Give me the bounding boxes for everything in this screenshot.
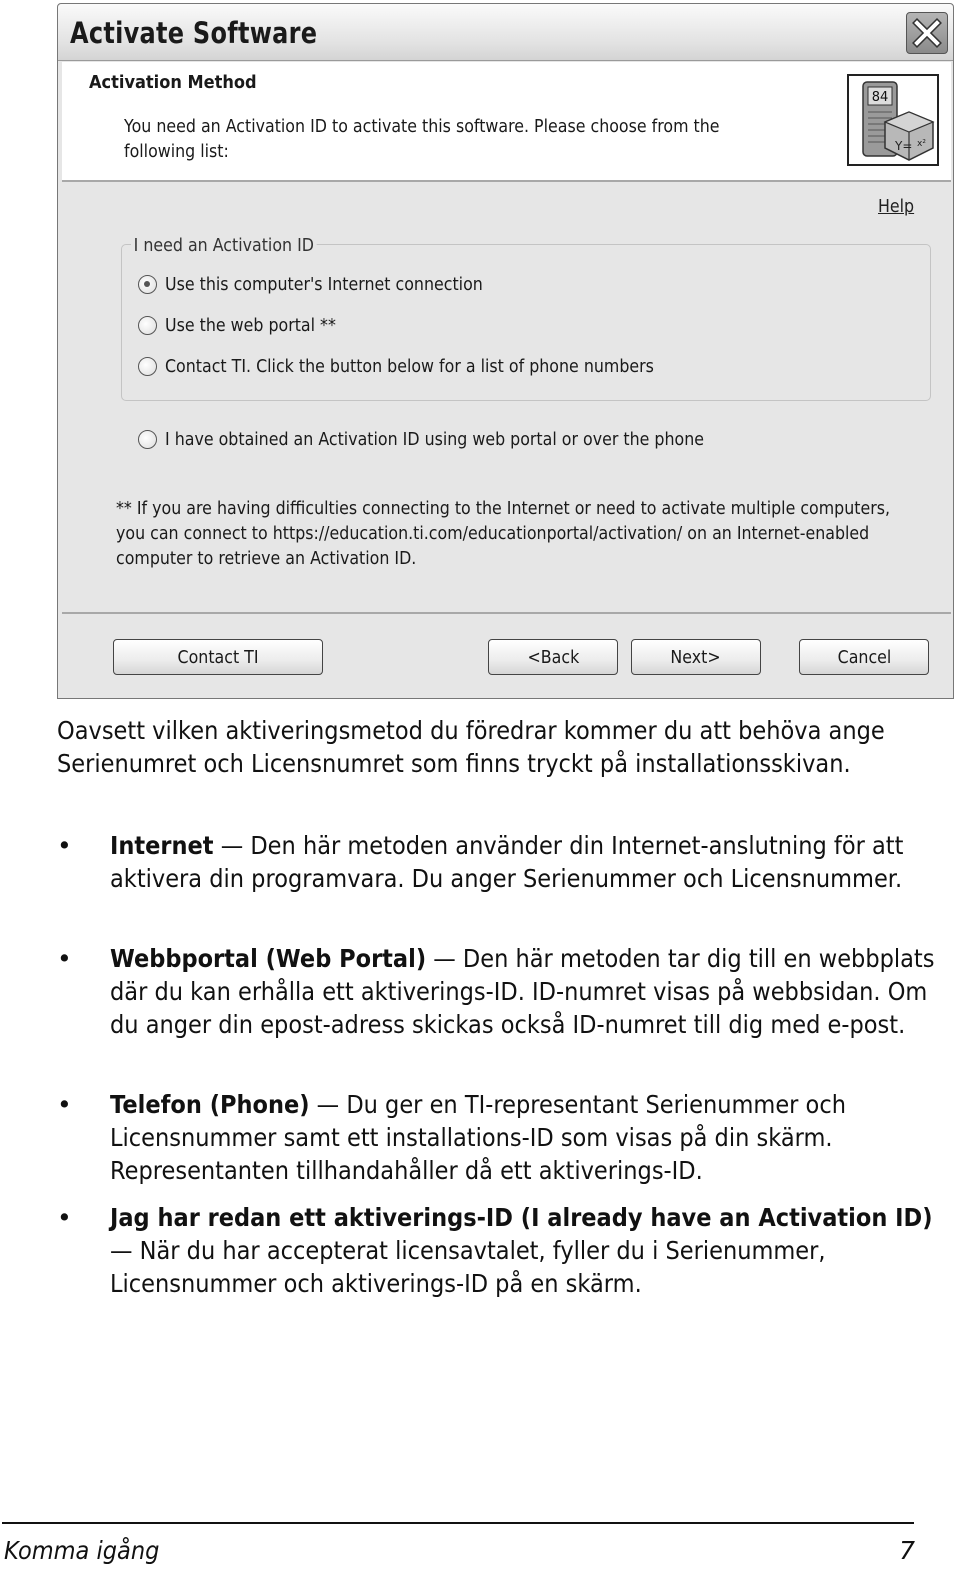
svg-text:x²: x² xyxy=(917,139,926,149)
radio-internet-connection[interactable]: Use this computer's Internet connection xyxy=(138,274,526,295)
page-number: 7 xyxy=(899,1536,915,1565)
em-dash: — xyxy=(110,1236,140,1265)
radio-label: Contact TI. Click the button below for a… xyxy=(165,356,654,377)
contact-ti-button[interactable]: Contact TI xyxy=(113,639,323,675)
radio-label: I have obtained an Activation ID using w… xyxy=(165,429,704,450)
dialog-title: Activate Software xyxy=(70,16,318,50)
bullet-icon: • xyxy=(57,1090,72,1119)
close-x-icon xyxy=(912,18,942,48)
intro-text: Oavsett vilken aktiveringsmetod du föred… xyxy=(57,716,885,778)
next-button[interactable]: Next> xyxy=(631,639,761,675)
bullet-term: Telefon (Phone) xyxy=(110,1090,310,1119)
em-dash: — xyxy=(309,1090,347,1119)
radio-button-checked[interactable] xyxy=(138,275,157,294)
radio-button[interactable] xyxy=(138,430,157,449)
cancel-button[interactable]: Cancel xyxy=(799,639,929,675)
svg-text:Y=: Y= xyxy=(894,139,912,153)
bullet-description: När du har accepterat licensavtalet, fyl… xyxy=(110,1236,826,1298)
activation-method-description: You need an Activation ID to activate th… xyxy=(124,116,720,162)
dialog-titlebar: Activate Software xyxy=(58,4,953,61)
ti84-calculator-cube-icon: 84 Y= x² xyxy=(847,74,939,166)
back-label: <Back xyxy=(527,646,579,668)
dialog-footer-divider xyxy=(62,612,951,614)
radio-label: Use the web portal ** xyxy=(165,315,336,336)
close-button[interactable] xyxy=(906,12,948,54)
em-dash: — xyxy=(213,831,251,860)
radio-label: Use this computer's Internet connection xyxy=(165,274,483,295)
bullet-icon: • xyxy=(57,1203,72,1232)
bullet-term: Internet xyxy=(110,831,214,860)
radio-button[interactable] xyxy=(138,316,157,335)
footnote-text: ** If you are having difficulties connec… xyxy=(116,498,891,569)
help-link[interactable]: Help xyxy=(878,196,914,217)
contact-ti-label: Contact TI xyxy=(177,646,259,668)
next-label: Next> xyxy=(670,646,722,668)
radio-contact-ti[interactable]: Contact TI. Click the button below for a… xyxy=(138,356,721,377)
section-title: Komma igång xyxy=(4,1536,160,1565)
calculator-screen-text: 84 xyxy=(872,90,889,105)
radio-obtained-activation-id[interactable]: I have obtained an Activation ID using w… xyxy=(138,429,777,450)
radio-button[interactable] xyxy=(138,357,157,376)
intro-paragraph: Oavsett vilken aktiveringsmetod du föred… xyxy=(57,714,917,780)
bullet-icon: • xyxy=(57,944,72,973)
cancel-label: Cancel xyxy=(837,646,891,668)
em-dash: — xyxy=(426,944,463,973)
page-footer-rule xyxy=(2,1522,914,1524)
groupbox-legend: I need an Activation ID xyxy=(131,235,317,256)
radio-web-portal[interactable]: Use the web portal ** xyxy=(138,315,359,336)
activate-software-dialog: Activate Software Activation Method You … xyxy=(57,3,954,699)
bullet-term: Jag har redan ett aktiverings-ID (I alre… xyxy=(110,1203,933,1232)
back-button[interactable]: <Back xyxy=(488,639,618,675)
bullet-icon: • xyxy=(57,831,72,860)
activation-method-heading: Activation Method xyxy=(89,72,257,93)
bullet-term: Webbportal (Web Portal) xyxy=(110,944,427,973)
dialog-header-panel: Activation Method You need an Activation… xyxy=(62,62,951,182)
